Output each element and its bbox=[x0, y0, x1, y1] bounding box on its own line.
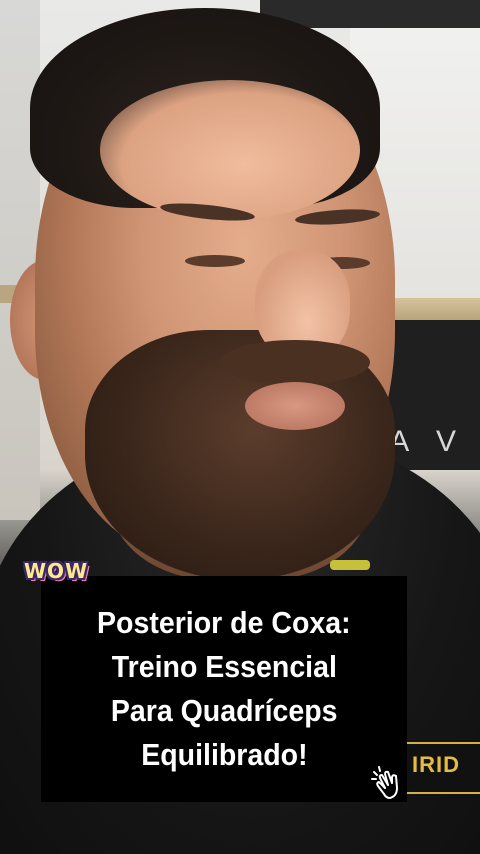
person-mouth bbox=[245, 382, 345, 430]
background-panel-letters: A V bbox=[389, 425, 466, 458]
caption-line: Posterior de Coxa: bbox=[97, 605, 351, 640]
wow-sticker: WOW bbox=[24, 559, 89, 583]
caption-line: Treino Essencial bbox=[111, 649, 337, 684]
caption-line: Equilibrado! bbox=[140, 737, 308, 772]
caption-line: Para Quadríceps bbox=[110, 693, 338, 728]
person-eye-left bbox=[185, 255, 245, 267]
clapping-hands-icon bbox=[371, 766, 398, 799]
shirt-collar-accent bbox=[330, 560, 370, 570]
background-wall-left bbox=[0, 0, 40, 520]
caption-box: Posterior de Coxa: Treino Essencial Para… bbox=[41, 576, 407, 802]
person-forehead bbox=[100, 80, 360, 220]
person-mustache bbox=[220, 340, 370, 385]
shirt-brand-text: IRID bbox=[412, 752, 460, 777]
